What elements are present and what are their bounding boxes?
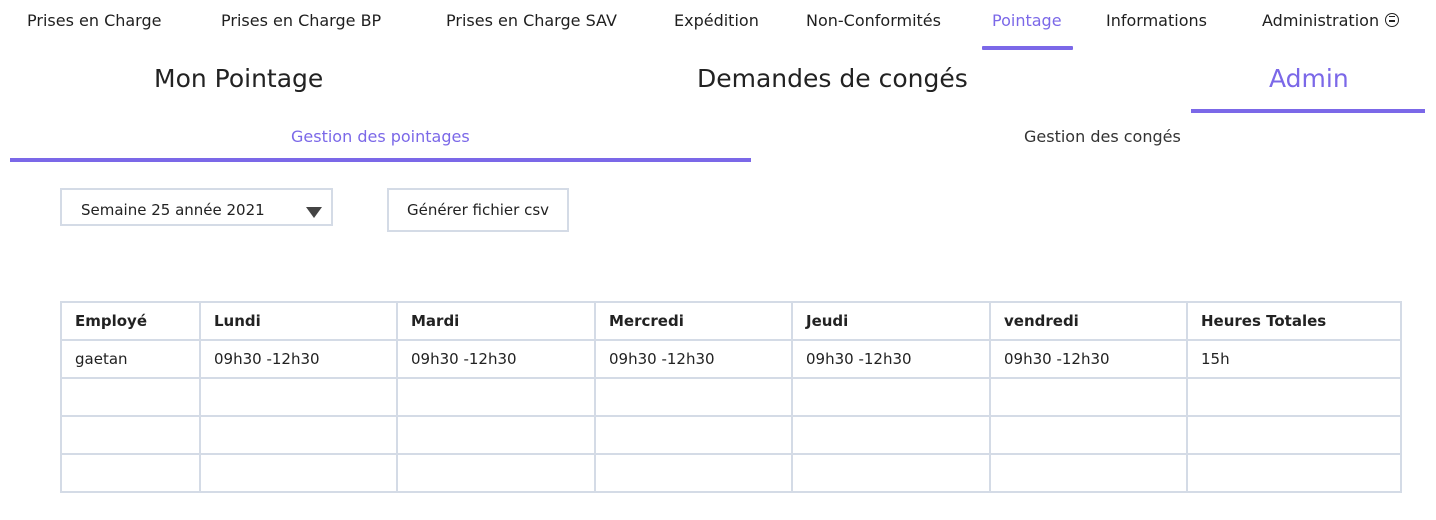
table-cell: [199, 377, 398, 417]
table-cell: [60, 453, 201, 493]
table-cell: 09h30 -12h30: [396, 339, 596, 379]
table-cell: [594, 377, 793, 417]
table-cell: [791, 415, 991, 455]
week-select-value: Semaine 25 année 2021: [81, 201, 265, 219]
table-cell: 09h30 -12h30: [199, 339, 398, 379]
top-nav: Prises en Charge Prises en Charge BP Pri…: [0, 0, 1436, 50]
header-mardi: Mardi: [396, 301, 596, 341]
subtab-active-indicator: [10, 158, 751, 162]
table-cell: [199, 453, 398, 493]
table-cell: 09h30 -12h30: [989, 339, 1188, 379]
table-cell: [396, 415, 596, 455]
nav-item-prises-en-charge-sav[interactable]: Prises en Charge SAV: [446, 11, 617, 30]
tab-admin[interactable]: Admin: [1269, 64, 1349, 93]
user-circle-icon: [1385, 13, 1400, 27]
header-vendredi: vendredi: [989, 301, 1188, 341]
header-jeudi: Jeudi: [791, 301, 991, 341]
table-cell: [791, 377, 991, 417]
week-select[interactable]: Semaine 25 année 2021: [60, 188, 333, 226]
subtab-gestion-des-conges[interactable]: Gestion des congés: [1024, 127, 1181, 146]
table-cell: [199, 415, 398, 455]
nav-item-expedition[interactable]: Expédition: [674, 11, 759, 30]
table-cell: [396, 377, 596, 417]
table-cell: [396, 453, 596, 493]
section-active-indicator: [1191, 109, 1425, 113]
table-cell: [989, 453, 1188, 493]
header-heures-totales: Heures Totales: [1186, 301, 1402, 341]
nav-item-administration-label: Administration: [1262, 11, 1380, 30]
header-mercredi: Mercredi: [594, 301, 793, 341]
nav-item-non-conformites[interactable]: Non-Conformités: [806, 11, 941, 30]
tab-demandes-de-conges[interactable]: Demandes de congés: [697, 64, 968, 93]
table-row: [60, 453, 1402, 493]
table-cell: 09h30 -12h30: [791, 339, 991, 379]
table-cell: [989, 377, 1188, 417]
tab-mon-pointage[interactable]: Mon Pointage: [154, 64, 323, 93]
table-row: gaetan 09h30 -12h30 09h30 -12h30 09h30 -…: [60, 339, 1402, 379]
table-cell: [791, 453, 991, 493]
header-lundi: Lundi: [199, 301, 398, 341]
nav-active-indicator: [982, 46, 1073, 50]
table-cell: [60, 415, 201, 455]
table-cell: 15h: [1186, 339, 1402, 379]
table-cell: [60, 377, 201, 417]
table-cell: 09h30 -12h30: [594, 339, 793, 379]
nav-item-prises-en-charge[interactable]: Prises en Charge: [27, 11, 161, 30]
table-cell: [1186, 377, 1402, 417]
header-employe: Employé: [60, 301, 201, 341]
caret-down-icon: [306, 207, 322, 218]
table-cell: [989, 415, 1188, 455]
nav-item-prises-en-charge-bp[interactable]: Prises en Charge BP: [221, 11, 381, 30]
table-cell: gaetan: [60, 339, 201, 379]
table-cell: [594, 415, 793, 455]
table-cell: [1186, 415, 1402, 455]
nav-item-pointage[interactable]: Pointage: [992, 11, 1062, 30]
table-cell: [594, 453, 793, 493]
table-header-row: Employé Lundi Mardi Mercredi Jeudi vendr…: [60, 301, 1402, 341]
table-cell: [1186, 453, 1402, 493]
table-row: [60, 377, 1402, 417]
nav-item-administration[interactable]: Administration: [1262, 11, 1400, 30]
generate-csv-button[interactable]: Générer fichier csv: [387, 188, 569, 232]
nav-item-informations[interactable]: Informations: [1106, 11, 1207, 30]
subtab-gestion-des-pointages[interactable]: Gestion des pointages: [291, 127, 470, 146]
table-row: [60, 415, 1402, 455]
pointage-table: Employé Lundi Mardi Mercredi Jeudi vendr…: [60, 301, 1402, 493]
